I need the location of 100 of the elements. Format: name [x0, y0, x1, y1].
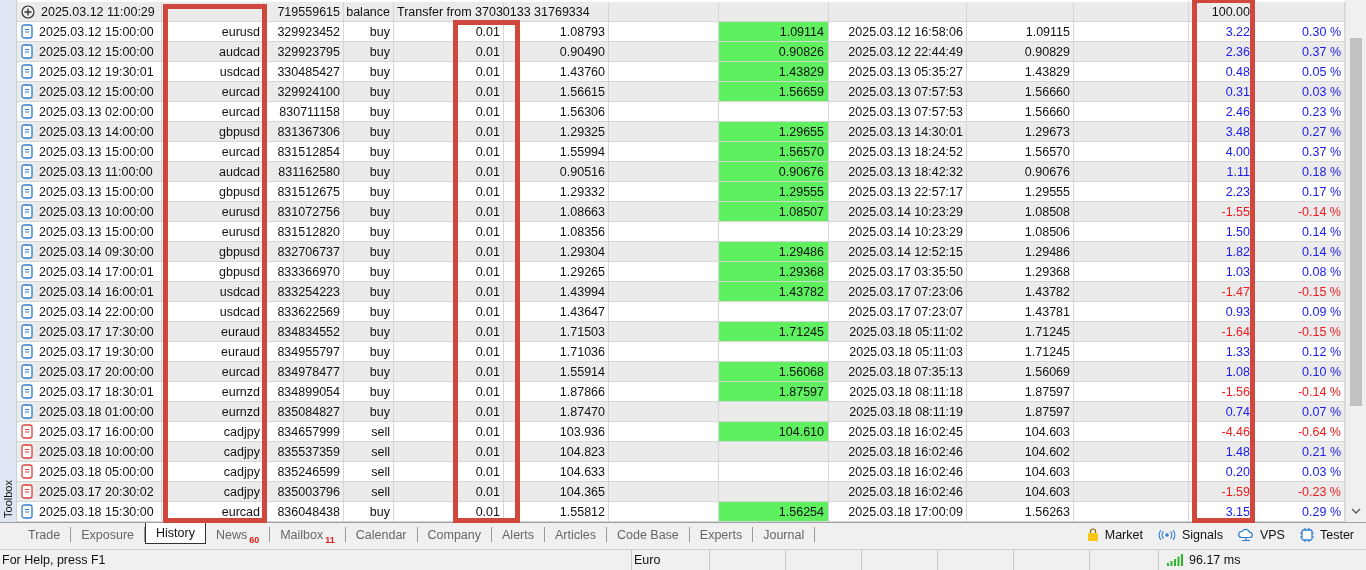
table-cell: 1.29368: [719, 262, 828, 281]
table-cell: 1.55914: [559, 364, 605, 379]
table-cell: sell: [371, 464, 390, 479]
table-cell: buy: [369, 184, 390, 199]
tab[interactable]: Journal: [753, 527, 816, 543]
table-cell: 0.09 %: [1302, 304, 1341, 319]
toolbox-strip[interactable]: Toolbox: [0, 0, 17, 522]
table-cell: 1.29368: [1024, 264, 1070, 279]
tab[interactable]: Code Base: [606, 527, 690, 543]
table-cell: 836048438: [277, 504, 340, 519]
table-cell: 2025.03.12 22:44:49: [848, 44, 963, 59]
table-cell: sell: [371, 484, 390, 499]
scrollbar[interactable]: [1345, 0, 1366, 522]
table-cell: 0.01: [475, 364, 500, 379]
table-cell: buy: [369, 244, 390, 259]
table-cell: usdcad: [219, 284, 260, 299]
status-text: For Help, press F1: [0, 550, 632, 570]
table-cell: 2025.03.18 16:02:46: [848, 444, 963, 459]
table-cell: 100.00: [1211, 4, 1250, 19]
toolbar-button[interactable]: Signals: [1154, 527, 1225, 542]
toolbar-button[interactable]: Tester: [1296, 526, 1356, 543]
tab[interactable]: Articles: [545, 527, 607, 543]
table-cell: 1.55994: [559, 144, 605, 159]
table-cell: 2025.03.14 09:30:00: [39, 244, 154, 259]
table-cell: 2025.03.17 17:30:00: [39, 324, 154, 339]
table-cell: 1.29655: [719, 122, 828, 141]
table-cell: buy: [369, 224, 390, 239]
table-cell: 831367306: [277, 124, 340, 139]
table-cell: 834955797: [277, 344, 340, 359]
scrollbar-thumb[interactable]: [1350, 38, 1362, 406]
table-cell: buy: [369, 344, 390, 359]
table-cell: 0.03 %: [1302, 84, 1341, 99]
table-cell: 2025.03.13 07:57:53: [848, 104, 963, 119]
table-cell: 0.01: [475, 104, 500, 119]
table-cell: 2025.03.17 03:35:50: [848, 264, 963, 279]
table-cell: 1.29304: [559, 244, 605, 259]
table-cell: -1.59: [1221, 484, 1250, 499]
table-cell: 0.01: [475, 84, 500, 99]
table-cell: 2025.03.18 15:30:00: [39, 504, 154, 519]
table-cell: 831162580: [278, 164, 340, 179]
table-cell: 1.43782: [719, 282, 828, 301]
table-cell: 835537359: [277, 444, 340, 459]
tab[interactable]: History: [145, 523, 206, 545]
table-cell: 0.01: [475, 24, 500, 39]
tab[interactable]: Company: [417, 527, 493, 543]
table-cell: buy: [369, 304, 390, 319]
table-cell: audcad: [219, 44, 260, 59]
table-cell: 831512820: [277, 224, 340, 239]
tab[interactable]: Calendar: [345, 527, 418, 543]
table-cell: 1.43760: [559, 64, 605, 79]
table-cell: 1.71245: [1024, 344, 1070, 359]
table-cell: 103.936: [559, 424, 605, 439]
table-cell: euraud: [221, 344, 260, 359]
tab[interactable]: Experts: [689, 527, 754, 543]
table-cell: 2025.03.13 02:00:00: [39, 104, 154, 119]
plus-circle-icon[interactable]: [21, 4, 35, 19]
table-cell: 2025.03.18 07:35:13: [848, 364, 963, 379]
tab[interactable]: Trade: [18, 527, 72, 543]
table-cell: 831512675: [277, 184, 340, 199]
table-cell: -0.23 %: [1297, 484, 1341, 499]
chevron-down-icon[interactable]: [1351, 508, 1361, 514]
toolbar-button[interactable]: Market: [1083, 527, 1145, 542]
table-cell: 0.12 %: [1302, 344, 1341, 359]
table-cell: 0.21 %: [1302, 444, 1341, 459]
table-cell: 1.43829: [719, 62, 828, 81]
toolbar-button[interactable]: VPS: [1234, 527, 1287, 542]
table-cell: usdcad: [219, 64, 260, 79]
table-cell: 2025.03.13 15:00:00: [39, 184, 154, 199]
table-cell: 0.90516: [559, 164, 605, 179]
table-cell: 1.48: [1225, 444, 1250, 459]
table-cell: 1.08508: [1024, 204, 1070, 219]
table-cell: 2.46: [1225, 104, 1250, 119]
table-cell: 1.87597: [719, 382, 828, 401]
table-cell: 0.07 %: [1302, 404, 1341, 419]
table-cell: 1.29265: [559, 264, 605, 279]
table-cell: 0.01: [475, 304, 500, 319]
table-cell: buy: [369, 64, 390, 79]
table-cell: 1.43994: [559, 284, 605, 299]
table-cell: 0.93: [1225, 304, 1250, 319]
table-cell: 3.22: [1225, 24, 1250, 39]
table-cell: buy: [369, 404, 390, 419]
table-cell: gbpusd: [219, 184, 260, 199]
table-cell: 834657999: [277, 424, 340, 439]
table-cell: 2025.03.12 15:00:00: [39, 24, 154, 39]
table-cell: 1.50: [1225, 224, 1250, 239]
table-cell: 1.29486: [1024, 244, 1070, 259]
table-cell: 0.01: [475, 424, 500, 439]
table-cell: 0.01: [475, 224, 500, 239]
table-cell: 0.27 %: [1302, 124, 1341, 139]
table-cell: 1.71245: [719, 322, 828, 341]
table-cell: 1.09114: [719, 22, 828, 41]
table-cell: eurusd: [221, 24, 260, 39]
table-cell: 831512854: [277, 144, 340, 159]
tab[interactable]: Alerts: [492, 527, 545, 543]
table-cell: buy: [369, 84, 390, 99]
table-cell: 0.01: [475, 244, 500, 259]
table-cell: 2025.03.13 10:00:00: [39, 204, 154, 219]
table-cell: 2025.03.18 10:00:00: [39, 444, 154, 459]
table-cell: 1.29555: [719, 182, 828, 201]
table-cell: 1.87597: [1024, 384, 1070, 399]
